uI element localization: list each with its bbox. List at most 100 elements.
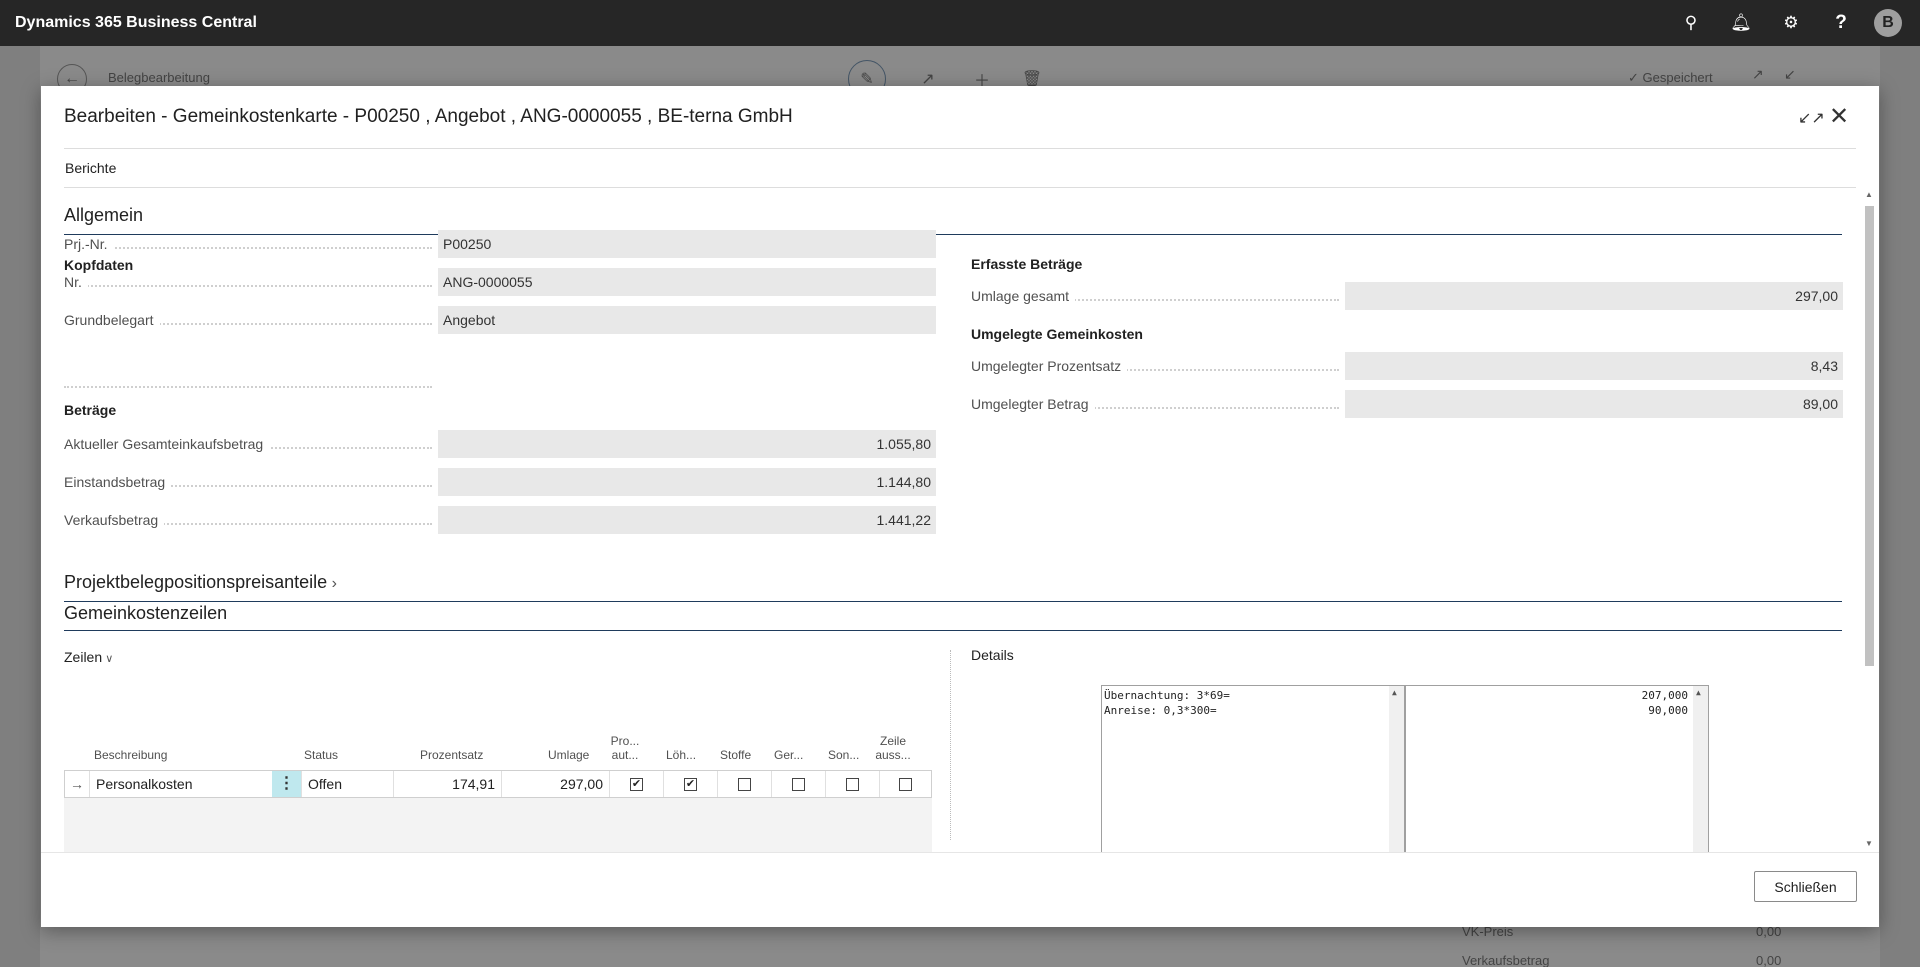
scroll-up-icon[interactable]: ▲ xyxy=(1865,190,1873,199)
content-scrollbar[interactable]: ▲ ▼ xyxy=(1863,190,1875,848)
field-aktueller-gesamteinkaufsbetrag-label: Aktueller Gesamteinkaufsbetrag xyxy=(64,436,270,452)
scroll-down-icon[interactable]: ▼ xyxy=(1865,839,1873,848)
field-verkaufsbetrag-value[interactable]: 1.441,22 xyxy=(438,506,936,534)
col-header-ger[interactable]: Ger... xyxy=(774,748,803,762)
leader-dots xyxy=(64,285,432,287)
open-new-window-icon: ↗ xyxy=(1752,66,1764,82)
col-header-beschreibung[interactable]: Beschreibung xyxy=(94,748,167,762)
footer-divider xyxy=(41,852,1879,853)
cell-beschreibung[interactable]: Personalkosten xyxy=(89,771,272,797)
field-grundbelegart-label: Grundbelegart xyxy=(64,312,160,328)
field-prj-nr-row xyxy=(64,369,954,397)
background-verkaufsbetrag-label: Verkaufsbetrag xyxy=(1462,953,1550,967)
lines-menu[interactable]: Zeilen ∨ xyxy=(64,649,113,665)
field-nr: Nr. ANG-0000055 xyxy=(64,268,954,296)
group-erfasste-betraege-title: Erfasste Beträge xyxy=(971,256,1083,272)
menu-berichte[interactable]: Berichte xyxy=(65,160,116,176)
cell-status[interactable]: Offen xyxy=(301,771,393,797)
section-allgemein-title[interactable]: Allgemein xyxy=(64,205,143,226)
leader-dots xyxy=(64,247,432,249)
checkbox-zeile-ausschliessen[interactable] xyxy=(899,778,912,791)
field-umgelegter-betrag-value[interactable]: 89,00 xyxy=(1345,390,1843,418)
lines-menu-label: Zeilen xyxy=(64,649,103,665)
details-label: Details xyxy=(971,647,1014,663)
close-button[interactable]: Schließen xyxy=(1754,871,1857,902)
app-bar-icons: ⚲ 🔔︎ ⚙︎ ? B xyxy=(1666,0,1920,46)
field-umgelegter-prozentsatz-value[interactable]: 8,43 xyxy=(1345,352,1843,380)
col-header-loeh[interactable]: Löh... xyxy=(666,748,696,762)
bell-icon[interactable]: 🔔︎ xyxy=(1716,0,1766,46)
checkbox-stoffe[interactable] xyxy=(738,778,751,791)
cell-stoffe xyxy=(717,771,771,797)
cell-son xyxy=(825,771,879,797)
cell-zeile xyxy=(879,771,931,797)
field-grundbelegart-value[interactable]: Angebot xyxy=(438,306,936,334)
field-prj-nr-value[interactable]: P00250 xyxy=(438,230,936,258)
close-icon[interactable]: ✕ xyxy=(1829,102,1849,131)
field-umlage-gesamt-value[interactable]: 297,00 xyxy=(1345,282,1843,310)
cell-umlage[interactable]: 297,00 xyxy=(501,771,609,797)
section-gemeinkostenzeilen-title[interactable]: Gemeinkostenzeilen xyxy=(64,603,227,624)
col-header-zeile-ausschliessen[interactable]: Zeile auss... xyxy=(875,734,911,762)
field-nr-label: Nr. xyxy=(64,274,88,290)
background-page-title: Belegbearbeitung xyxy=(108,70,210,85)
details-formula-text: Übernachtung: 3*69= Anreise: 0,3*300= xyxy=(1104,689,1230,717)
col-header-pro-aut-line2: aut... xyxy=(611,748,639,762)
section-rule xyxy=(64,601,1842,602)
row-indicator-arrow-icon: → xyxy=(70,776,84,792)
field-umgelegter-prozentsatz: Umgelegter Prozentsatz 8,43 xyxy=(971,352,1851,380)
col-header-status[interactable]: Status xyxy=(304,748,338,762)
col-header-zeile-line2: auss... xyxy=(875,748,911,762)
dialog-title: Bearbeiten - Gemeinkostenkarte - P00250 … xyxy=(64,106,793,127)
checkbox-loeh[interactable]: ✔ xyxy=(684,778,697,791)
help-icon[interactable]: ? xyxy=(1816,0,1866,46)
section-preisanteile-label: Projektbelegpositionspreisanteile xyxy=(64,572,328,592)
section-rule xyxy=(64,630,1842,631)
field-aktueller-gesamteinkaufsbetrag: Aktueller Gesamteinkaufsbetrag 1.055,80 xyxy=(64,430,954,458)
textarea-scrollbar[interactable]: ▲ xyxy=(1693,686,1708,852)
grid-empty-area xyxy=(64,798,932,853)
chevron-right-icon: › xyxy=(327,575,337,592)
section-preisanteile-title[interactable]: Projektbelegpositionspreisanteile › xyxy=(64,572,337,593)
app-title: Dynamics 365 Business Central xyxy=(15,14,257,31)
table-row[interactable]: → Personalkosten ⋮ Offen 174,91 297,00 ✔… xyxy=(64,770,932,798)
field-verkaufsbetrag: Verkaufsbetrag 1.441,22 xyxy=(64,506,954,534)
field-einstandsbetrag-value[interactable]: 1.144,80 xyxy=(438,468,936,496)
col-header-pro-aut-line1: Pro... xyxy=(610,734,640,748)
background-verkaufsbetrag-value: 0,00 xyxy=(1756,953,1782,967)
col-header-umlage[interactable]: Umlage xyxy=(548,748,589,762)
field-aktueller-gesamteinkaufsbetrag-value[interactable]: 1.055,80 xyxy=(438,430,936,458)
saved-status: ✓ Gespeichert xyxy=(1628,70,1713,85)
cell-loeh: ✔ xyxy=(663,771,717,797)
cell-ger xyxy=(771,771,825,797)
details-result-text: 207,000 90,000 xyxy=(1641,689,1688,717)
details-result-textarea[interactable]: 207,000 90,000 ▲ xyxy=(1405,685,1709,853)
textarea-scrollbar[interactable]: ▲ xyxy=(1389,686,1404,852)
col-header-pro-aut[interactable]: Pro... aut... xyxy=(610,734,640,762)
field-umgelegter-betrag: Umgelegter Betrag 89,00 xyxy=(971,390,1851,418)
avatar[interactable]: B xyxy=(1874,9,1902,37)
checkbox-ger[interactable] xyxy=(792,778,805,791)
checkbox-pro-aut[interactable]: ✔ xyxy=(630,778,643,791)
search-icon[interactable]: ⚲ xyxy=(1666,0,1716,46)
scrollbar-thumb[interactable] xyxy=(1865,206,1874,666)
gear-icon[interactable]: ⚙︎ xyxy=(1766,0,1816,46)
col-header-prozentsatz[interactable]: Prozentsatz xyxy=(420,748,483,762)
app-bar: Dynamics 365 Business Central ⚲ 🔔︎ ⚙︎ ? … xyxy=(0,0,1920,46)
col-header-stoffe[interactable]: Stoffe xyxy=(720,748,751,762)
details-formula-textarea[interactable]: Übernachtung: 3*69= Anreise: 0,3*300= ▲ xyxy=(1101,685,1405,853)
cell-prozentsatz[interactable]: 174,91 xyxy=(393,771,501,797)
col-header-son[interactable]: Son... xyxy=(828,748,859,762)
row-actions-icon[interactable]: ⋮ xyxy=(272,771,301,797)
collapse-icon[interactable]: ↙↗ xyxy=(1798,108,1825,128)
field-einstandsbetrag: Einstandsbetrag 1.144,80 xyxy=(64,468,954,496)
field-umlage-gesamt-label: Umlage gesamt xyxy=(971,288,1076,304)
group-betraege-title: Beträge xyxy=(64,402,117,418)
scroll-up-icon: ▲ xyxy=(1392,688,1397,697)
field-nr-value[interactable]: ANG-0000055 xyxy=(438,268,936,296)
field-umgelegter-betrag-label: Umgelegter Betrag xyxy=(971,396,1095,412)
field-umlage-gesamt: Umlage gesamt 297,00 xyxy=(971,282,1851,310)
field-prj-nr-label: Prj.-Nr. xyxy=(64,236,114,252)
checkbox-son[interactable] xyxy=(846,778,859,791)
chevron-down-icon: ∨ xyxy=(102,653,114,665)
